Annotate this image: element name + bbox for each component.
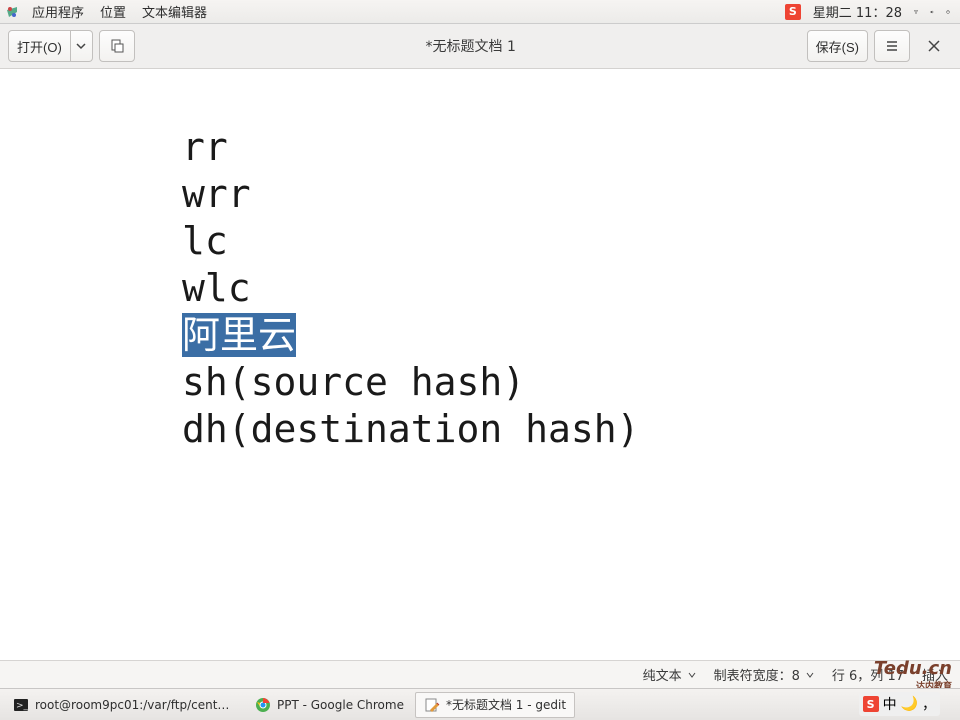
- gedit-icon: [424, 697, 440, 713]
- network-icon[interactable]: [908, 4, 924, 20]
- power-icon[interactable]: [940, 4, 956, 20]
- chevron-down-icon: [76, 41, 86, 51]
- volume-icon[interactable]: [924, 4, 940, 20]
- insert-mode[interactable]: 插入: [922, 665, 948, 684]
- ime-overlay[interactable]: S 中 🌙 ，: [859, 692, 940, 716]
- desktop-taskbar: >_ root@room9pc01:/var/ftp/centos-… PPT …: [0, 688, 960, 720]
- tab-width-label: 制表符宽度：8: [714, 665, 800, 684]
- menu-places[interactable]: 位置: [92, 2, 134, 21]
- open-button-group: 打开(O): [8, 30, 93, 62]
- editor-toolbar: 打开(O) *无标题文档 1 保存(S): [0, 24, 960, 69]
- activities-icon: [4, 4, 20, 20]
- ime-punct: ，: [922, 694, 936, 714]
- ime-zhong: 中: [883, 694, 897, 714]
- ime-s-icon: S: [863, 696, 879, 712]
- text-line: wrr: [182, 172, 251, 216]
- desktop-top-panel: 应用程序 位置 文本编辑器 S 星期二 11：28: [0, 0, 960, 24]
- editor-text-area[interactable]: rr wrr lc wlc 阿里云 sh(source hash) dh(des…: [0, 69, 960, 660]
- syntax-mode-selector[interactable]: 纯文本: [643, 665, 696, 684]
- text-line: wlc: [182, 266, 251, 310]
- open-dropdown-button[interactable]: [71, 30, 93, 62]
- hamburger-menu-button[interactable]: [874, 30, 910, 62]
- selected-text: 阿里云: [182, 313, 296, 357]
- document-title: *无标题文档 1: [141, 36, 801, 56]
- text-line: dh(destination hash): [182, 407, 640, 451]
- taskbar-item-label: root@room9pc01:/var/ftp/centos-…: [35, 698, 235, 712]
- tab-width-selector[interactable]: 制表符宽度：8: [714, 665, 814, 684]
- clock[interactable]: 星期二 11：28: [807, 2, 908, 21]
- editor-statusbar: 纯文本 制表符宽度：8 行 6，列 17 插入: [0, 660, 960, 688]
- taskbar-item-terminal[interactable]: >_ root@room9pc01:/var/ftp/centos-…: [4, 692, 244, 718]
- chevron-down-icon: [806, 671, 814, 679]
- terminal-icon: >_: [13, 697, 29, 713]
- taskbar-item-label: PPT - Google Chrome: [277, 698, 404, 712]
- moon-icon: 🌙: [901, 696, 918, 712]
- new-document-button[interactable]: [99, 30, 135, 62]
- menu-texteditor[interactable]: 文本编辑器: [134, 2, 215, 21]
- text-line: sh(source hash): [182, 360, 525, 404]
- taskbar-item-chrome[interactable]: PPT - Google Chrome: [246, 692, 413, 718]
- hamburger-icon: [885, 39, 899, 53]
- save-button[interactable]: 保存(S): [807, 30, 868, 62]
- text-line: lc: [182, 219, 228, 263]
- chevron-down-icon: [688, 671, 696, 679]
- close-icon: [928, 40, 940, 52]
- text-line: rr: [182, 125, 228, 169]
- menu-applications[interactable]: 应用程序: [24, 2, 92, 21]
- taskbar-item-gedit[interactable]: *无标题文档 1 - gedit: [415, 692, 575, 718]
- close-button[interactable]: [916, 30, 952, 62]
- svg-text:>_: >_: [16, 701, 29, 711]
- cursor-position: 行 6，列 17: [832, 665, 904, 684]
- open-button[interactable]: 打开(O): [8, 30, 71, 62]
- chrome-icon: [255, 697, 271, 713]
- ime-indicator-icon[interactable]: S: [779, 4, 807, 20]
- syntax-mode-label: 纯文本: [643, 665, 682, 684]
- document-new-icon: [109, 38, 125, 54]
- taskbar-item-label: *无标题文档 1 - gedit: [446, 696, 566, 713]
